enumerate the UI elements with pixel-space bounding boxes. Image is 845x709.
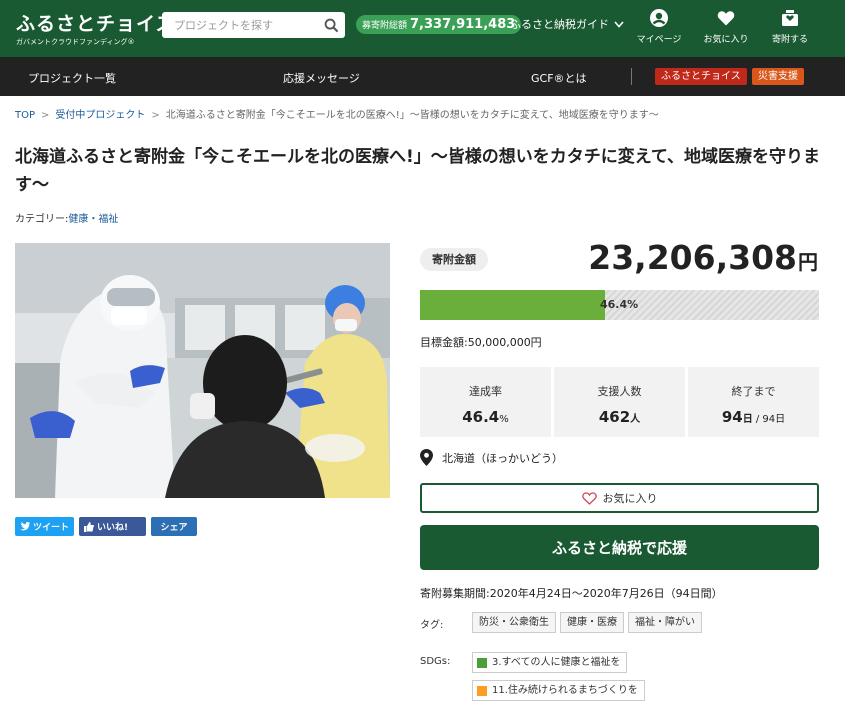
amount-value: 23,206,308 bbox=[588, 238, 797, 277]
donation-amount: 23,206,308円 bbox=[588, 238, 818, 277]
site-logo[interactable]: ふるさとチョイス ガバメントクラウドファンディング® bbox=[16, 9, 175, 47]
map-pin-icon bbox=[420, 449, 433, 466]
tweet-label: ツイート bbox=[32, 523, 69, 533]
tweet-button[interactable]: ツイート bbox=[15, 517, 74, 536]
project-location: 北海道（ほっかいどう） bbox=[420, 449, 563, 466]
nav-projects[interactable]: プロジェクト一覧 bbox=[28, 70, 116, 86]
breadcrumb-separator: > bbox=[151, 110, 160, 121]
breadcrumb-current: 北海道ふるさと寄附金「今こそエールを北の医療へ!」〜皆様の想いをカタチに変えて、… bbox=[165, 110, 659, 121]
project-category: カテゴリー:健康・福祉 bbox=[15, 210, 118, 225]
nav-about[interactable]: GCF®とは bbox=[531, 70, 587, 86]
sdg-goal-3[interactable]: 3.すべての人に健康と福祉を bbox=[472, 652, 628, 673]
stat-value: 46.4% bbox=[420, 408, 551, 426]
total-donation-badge: 募寄附総額 7,337,911,483 bbox=[356, 15, 522, 34]
add-favorite-button[interactable]: お気に入り bbox=[420, 483, 819, 513]
sdg-11-icon bbox=[477, 685, 487, 696]
rate-unit: % bbox=[499, 414, 509, 425]
mypage-label: マイページ bbox=[636, 35, 682, 45]
remaining-total: / 94日 bbox=[752, 414, 786, 425]
medical-testing-illustration bbox=[15, 243, 390, 498]
tags-label: タグ: bbox=[420, 620, 444, 631]
supporters-number: 462 bbox=[598, 408, 631, 426]
nav-messages[interactable]: 応援メッセージ bbox=[283, 70, 360, 86]
sdgs-label: SDGs: bbox=[420, 656, 451, 667]
sdg-3-icon bbox=[477, 657, 487, 668]
favorite-label: お気に入り bbox=[602, 492, 658, 505]
chevron-down-icon bbox=[614, 20, 624, 28]
heart-icon bbox=[717, 11, 735, 26]
stat-achievement-rate: 達成率 46.4% bbox=[420, 367, 551, 437]
nav-divider bbox=[631, 68, 632, 85]
heart-outline-icon bbox=[581, 491, 597, 505]
stat-label: 達成率 bbox=[469, 385, 502, 398]
location-label: 北海道（ほっかいどう） bbox=[442, 451, 563, 465]
like-label: いいね! bbox=[97, 523, 129, 533]
site-header: ふるさとチョイス ガバメントクラウドファンディング® 募寄附総額 7,337,9… bbox=[0, 0, 845, 57]
stat-label: 終了まで bbox=[731, 385, 776, 398]
donate-label: 寄附する bbox=[771, 35, 808, 45]
global-nav: プロジェクト一覧 応援メッセージ GCF®とは ふるさとチョイス 災害支援 bbox=[0, 57, 845, 96]
favorites-link[interactable]: お気に入り bbox=[700, 8, 752, 45]
breadcrumb: TOP > 受付中プロジェクト > 北海道ふるさと寄附金「今こそエールを北の医療へ!」〜… bbox=[15, 106, 659, 121]
remaining-number: 94 bbox=[721, 408, 743, 426]
tag-welfare-disability[interactable]: 福祉・障がい bbox=[628, 612, 702, 633]
project-title: 北海道ふるさと寄附金「今こそエールを北の医療へ!」〜皆様の想いをカタチに変えて、… bbox=[15, 147, 821, 195]
stats-panel: 達成率 46.4% 支援人数 462人 終了まで 94日 / 94日 bbox=[420, 367, 819, 437]
stat-supporters: 支援人数 462人 bbox=[554, 367, 685, 437]
donate-button[interactable]: ふるさと納税で応援 bbox=[420, 525, 819, 570]
progress-bar: 46.4% bbox=[420, 290, 819, 320]
sdg-label: 3.すべての人に健康と福祉を bbox=[492, 657, 621, 668]
nav-furusato-choice[interactable]: ふるさとチョイス bbox=[655, 68, 747, 85]
logo-subtitle: ガバメントクラウドファンディング® bbox=[16, 38, 135, 46]
tag-disaster-public-health[interactable]: 防災・公衆衛生 bbox=[472, 612, 556, 633]
user-icon bbox=[650, 9, 668, 27]
total-donation-value: 7,337,911,483 bbox=[410, 17, 516, 32]
amount-unit: 円 bbox=[798, 250, 818, 274]
progress-text: 46.4% bbox=[600, 298, 639, 311]
search-input[interactable] bbox=[162, 12, 312, 38]
donation-period: 寄附募集期間:2020年4月24日〜2020年7月26日（94日間） bbox=[420, 587, 723, 600]
rate-number: 46.4 bbox=[462, 408, 500, 426]
tag-health-medical[interactable]: 健康・医療 bbox=[560, 612, 624, 633]
supporters-unit: 人 bbox=[630, 414, 641, 425]
stat-value: 94日 / 94日 bbox=[688, 408, 819, 426]
logo-text: ふるさとチョイス bbox=[16, 13, 176, 35]
like-button[interactable]: いいね! bbox=[79, 517, 146, 536]
goal-amount: 目標金額:50,000,000円 bbox=[420, 336, 542, 349]
stat-days-remaining: 終了まで 94日 / 94日 bbox=[688, 367, 819, 437]
progress-fill bbox=[420, 290, 606, 320]
sdg-goal-11[interactable]: 11.住み続けられるまちづくりを bbox=[472, 680, 645, 701]
search-box bbox=[162, 12, 345, 38]
twitter-icon bbox=[20, 522, 30, 531]
breadcrumb-separator: > bbox=[41, 110, 50, 121]
breadcrumb-top[interactable]: TOP bbox=[15, 110, 35, 121]
thumbs-up-icon bbox=[84, 521, 94, 532]
furusato-guide-menu[interactable]: ふるさと納税ガイド bbox=[510, 16, 624, 32]
share-label: シェア bbox=[160, 523, 188, 533]
amount-label: 寄附金額 bbox=[420, 248, 488, 271]
guide-label: ふるさと納税ガイド bbox=[510, 18, 609, 31]
category-link[interactable]: 健康・福祉 bbox=[68, 214, 118, 225]
category-label: カテゴリー: bbox=[15, 214, 69, 225]
search-button[interactable] bbox=[317, 12, 345, 38]
nav-disaster-support[interactable]: 災害支援 bbox=[752, 68, 804, 85]
mypage-link[interactable]: マイページ bbox=[634, 8, 684, 45]
stat-label: 支援人数 bbox=[597, 385, 642, 398]
project-photo bbox=[15, 243, 390, 498]
donate-link[interactable]: 寄附する bbox=[767, 8, 813, 45]
stat-value: 462人 bbox=[554, 408, 685, 426]
total-donation-label: 募寄附総額 bbox=[362, 21, 408, 31]
sdg-label: 11.住み続けられるまちづくりを bbox=[492, 685, 638, 696]
share-button[interactable]: シェア bbox=[151, 517, 197, 536]
donation-box-icon bbox=[782, 10, 798, 26]
search-icon bbox=[324, 18, 338, 32]
favorites-label: お気に入り bbox=[703, 35, 749, 45]
remaining-unit: 日 bbox=[742, 414, 753, 425]
breadcrumb-accepting[interactable]: 受付中プロジェクト bbox=[55, 110, 145, 121]
